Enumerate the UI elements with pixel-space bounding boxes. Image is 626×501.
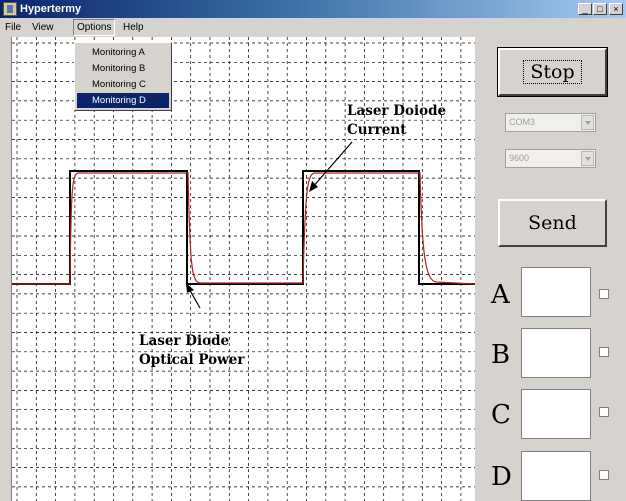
- channel-c-input[interactable]: [521, 389, 591, 439]
- chevron-down-icon[interactable]: [581, 115, 594, 130]
- channel-b-input[interactable]: [521, 328, 591, 378]
- close-button[interactable]: ×: [609, 3, 623, 15]
- channel-c-label: C: [491, 400, 511, 430]
- menu-help[interactable]: Help: [120, 20, 147, 35]
- menu-options[interactable]: Options: [73, 19, 116, 36]
- minimize-button[interactable]: _: [578, 3, 592, 15]
- menu-monitoring-c[interactable]: Monitoring C: [77, 77, 169, 92]
- label-laser-diode-current: Laser Doiode Current: [347, 102, 446, 140]
- channel-a-checkbox[interactable]: [599, 289, 609, 299]
- baud-select[interactable]: 9600: [505, 149, 596, 168]
- baud-select-value: 9600: [509, 153, 530, 163]
- channel-b-label: B: [491, 340, 511, 370]
- current-trace: [12, 170, 475, 285]
- stop-button-label: Stop: [523, 60, 582, 84]
- app-icon[interactable]: [3, 2, 17, 16]
- stop-button[interactable]: Stop: [497, 47, 608, 97]
- label-power-line1: Laser Diode: [139, 333, 230, 349]
- label-power-line2: Optical Power: [139, 352, 245, 368]
- title-bar[interactable]: Hypertermy _ □ ×: [0, 0, 626, 18]
- channel-b-checkbox[interactable]: [599, 347, 609, 357]
- chevron-down-icon[interactable]: [581, 151, 594, 166]
- menu-file[interactable]: File: [2, 20, 24, 35]
- send-button[interactable]: Send: [498, 199, 607, 247]
- menu-monitoring-b[interactable]: Monitoring B: [77, 61, 169, 76]
- maximize-button[interactable]: □: [593, 3, 607, 15]
- annotation-arrow-current: [309, 141, 353, 192]
- options-dropdown-menu: Monitoring A Monitoring B Monitoring C M…: [74, 42, 172, 111]
- menu-monitoring-d[interactable]: Monitoring D: [77, 93, 169, 108]
- label-laser-diode-optical-power: Laser Diode Optical Power: [139, 332, 244, 370]
- channel-a-input[interactable]: [521, 267, 591, 317]
- channel-c-checkbox[interactable]: [599, 407, 609, 417]
- annotation-arrow-power: [186, 283, 201, 309]
- label-current-line2: Current: [347, 122, 407, 138]
- menu-bar: File View Options Help: [0, 18, 626, 37]
- channel-a-label: A: [491, 280, 510, 310]
- menu-monitoring-a[interactable]: Monitoring A: [77, 45, 169, 60]
- power-trace: [12, 172, 475, 285]
- window-title: Hypertermy: [20, 3, 82, 15]
- menu-view[interactable]: View: [29, 20, 57, 35]
- port-select-value: COM3: [509, 117, 536, 127]
- channel-d-label: D: [491, 462, 512, 492]
- app-window: Hypertermy _ □ × File View Options Help …: [0, 0, 626, 501]
- port-select[interactable]: COM3: [505, 113, 596, 132]
- channel-d-input[interactable]: [521, 451, 591, 501]
- label-current-line1: Laser Doiode: [347, 103, 447, 119]
- channel-d-checkbox[interactable]: [599, 470, 609, 480]
